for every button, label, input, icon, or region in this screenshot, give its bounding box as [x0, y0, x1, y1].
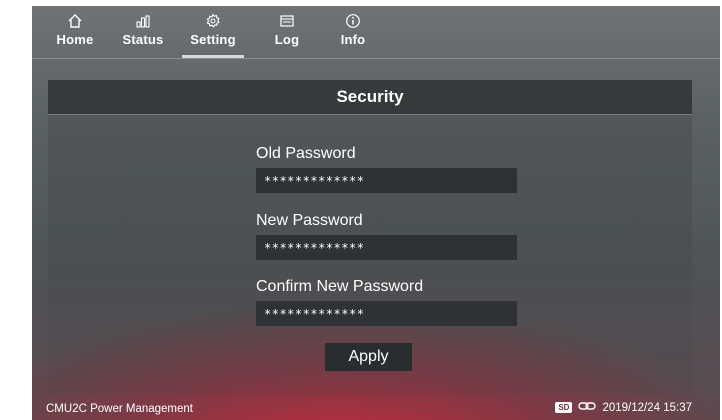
- status-bar: CMU2C Power Management SD 2019/12/24 15:…: [32, 398, 720, 420]
- datetime: 2019/12/24 15:37: [602, 401, 692, 414]
- confirm-password-label: Confirm New Password: [256, 278, 424, 295]
- nav-setting[interactable]: Setting: [182, 12, 244, 58]
- network-link-icon: [578, 401, 597, 414]
- nav-log-label: Log: [274, 32, 300, 47]
- nav-status-label: Status: [122, 32, 164, 47]
- info-icon: [345, 12, 361, 30]
- nav-home-label: Home: [56, 32, 94, 47]
- new-password-label: New Password: [256, 212, 363, 229]
- panel-title: Security: [336, 87, 404, 106]
- gear-icon: [205, 12, 221, 30]
- new-password-field[interactable]: [256, 235, 517, 260]
- security-panel-header: Security: [48, 80, 692, 115]
- nav-status[interactable]: Status: [120, 12, 166, 58]
- nav-log[interactable]: Log: [270, 12, 304, 58]
- nav-info[interactable]: Info: [336, 12, 370, 58]
- nav-info-label: Info: [340, 32, 366, 47]
- status-indicators: SD 2019/12/24 15:37: [555, 401, 692, 414]
- sd-card-icon: SD: [555, 402, 573, 413]
- top-navigation: Home Status Setting Log Info: [32, 6, 720, 59]
- old-password-label: Old Password: [256, 145, 356, 162]
- old-password-field[interactable]: [256, 168, 517, 193]
- apply-button[interactable]: Apply: [325, 343, 412, 371]
- app-name: CMU2C Power Management: [46, 403, 194, 415]
- log-icon: [279, 12, 295, 30]
- nav-home[interactable]: Home: [52, 12, 98, 58]
- device-screen: Home Status Setting Log Info Security Ol…: [32, 6, 720, 420]
- bar-chart-icon: [135, 12, 151, 30]
- home-icon: [67, 12, 83, 30]
- nav-setting-label: Setting: [190, 32, 236, 47]
- confirm-password-field[interactable]: [256, 301, 517, 326]
